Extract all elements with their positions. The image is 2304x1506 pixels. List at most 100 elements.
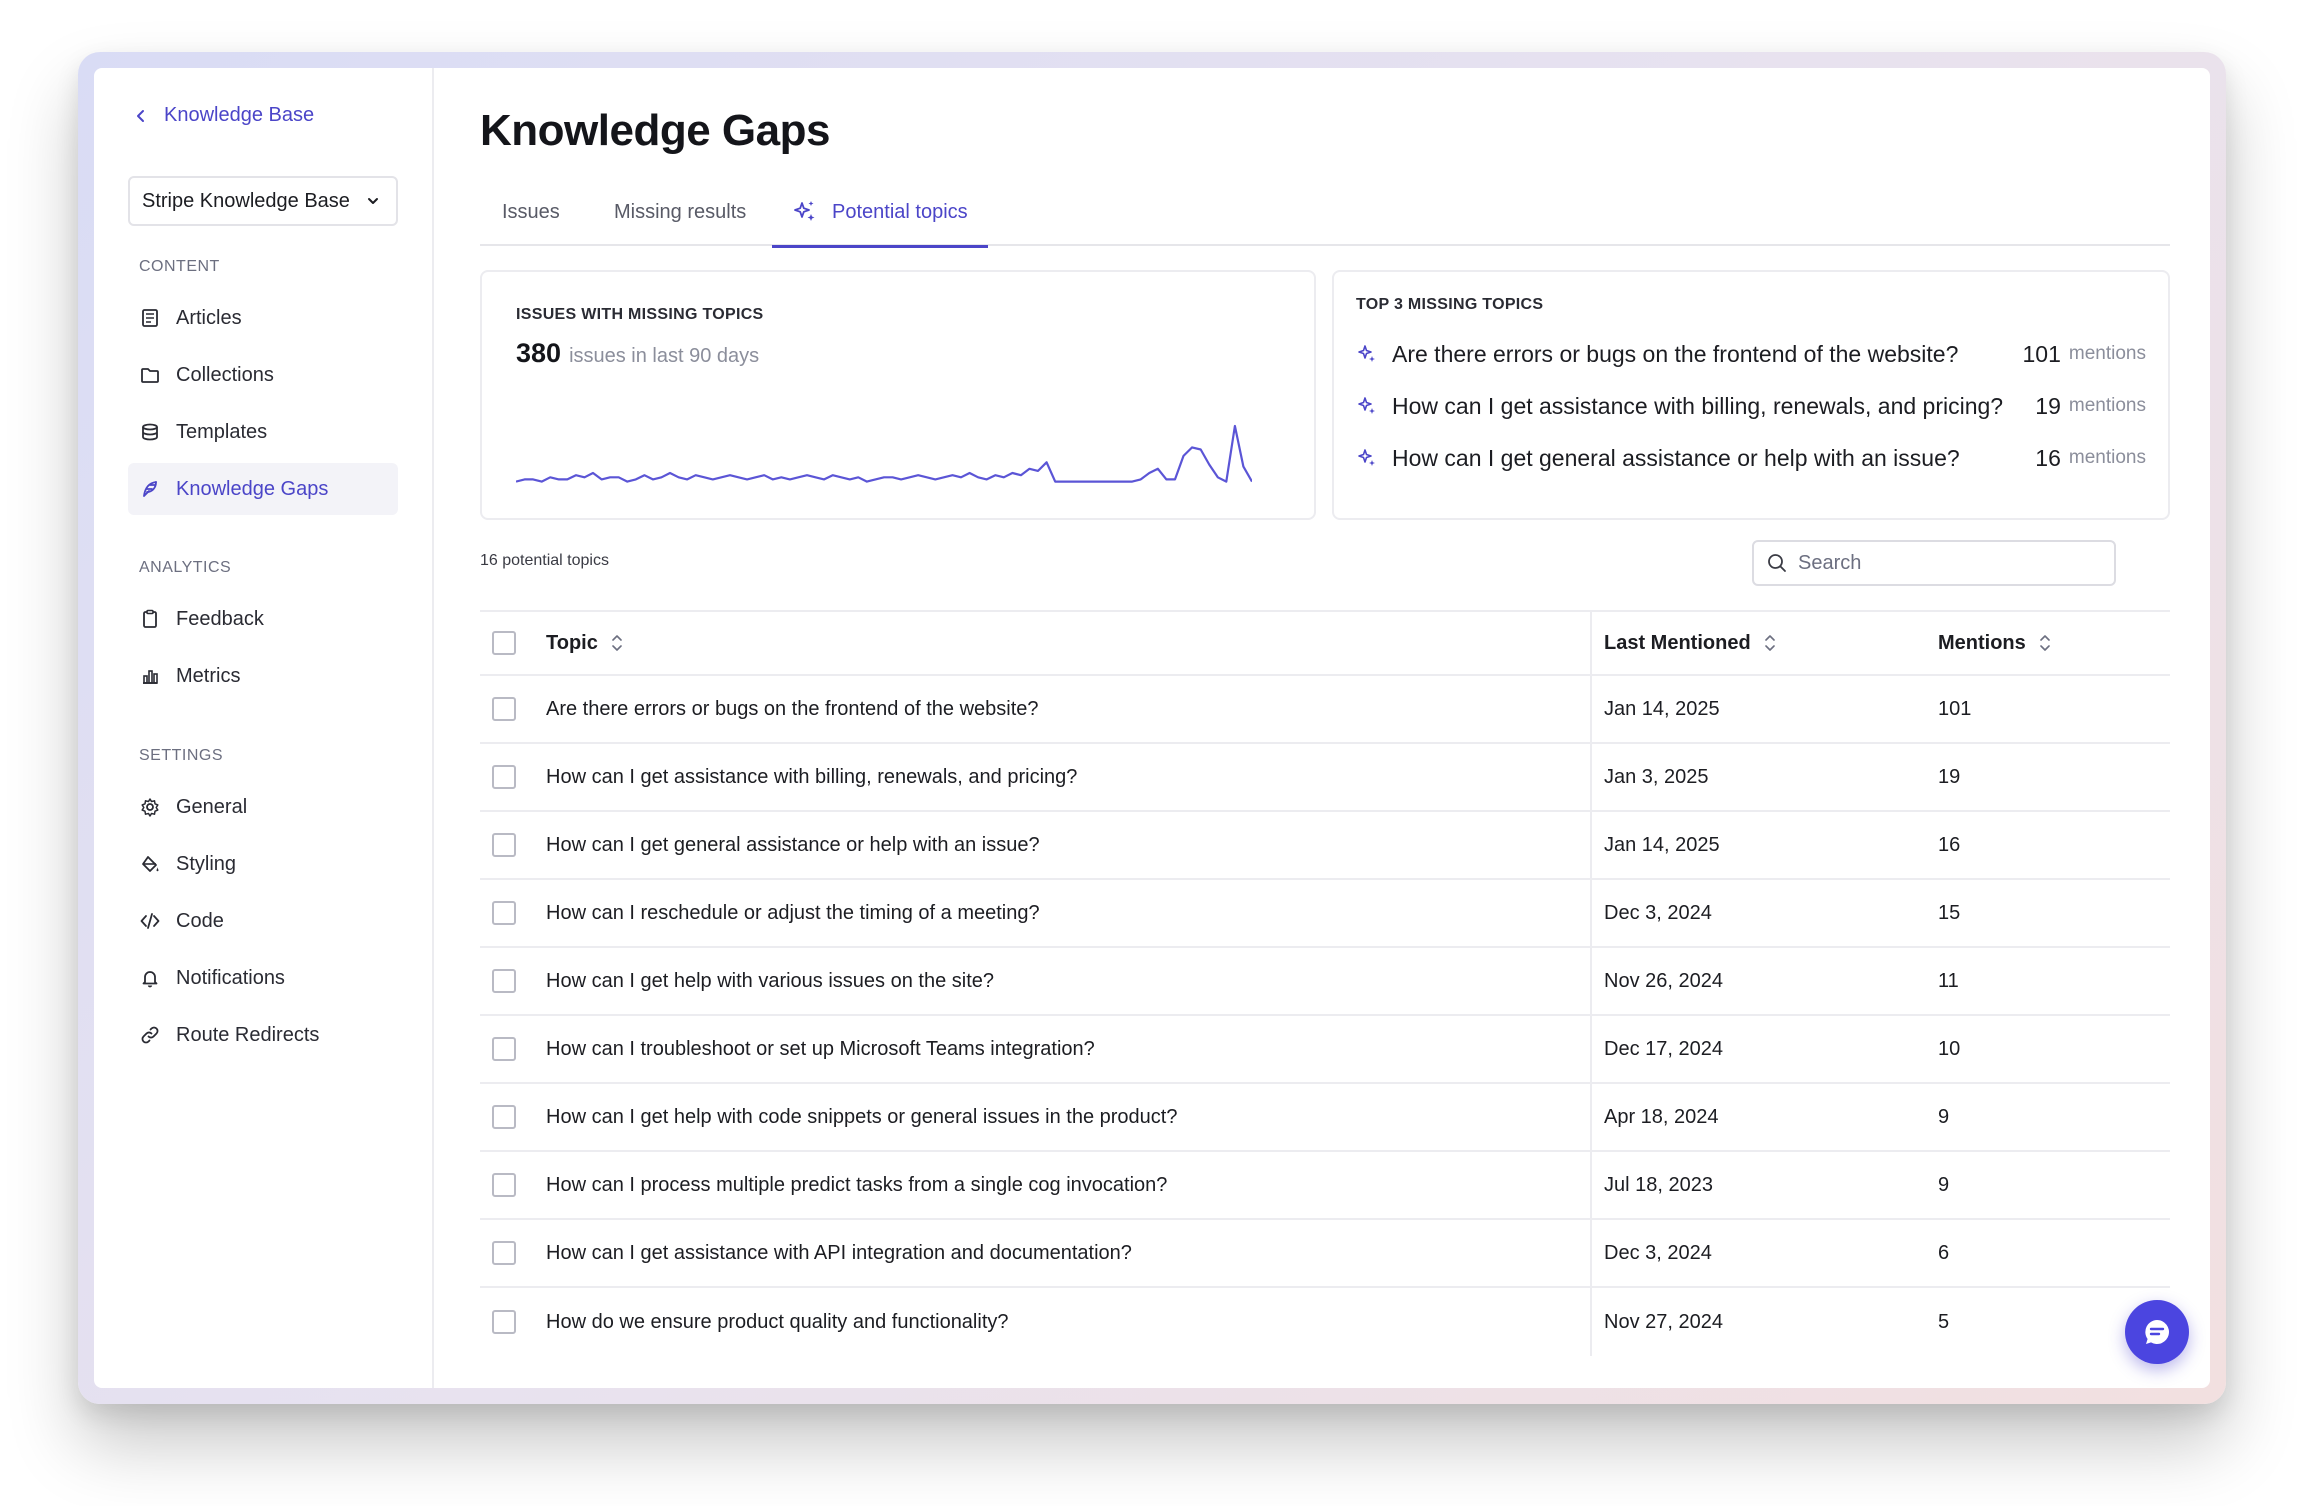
sidebar-item-notifications[interactable]: Notifications: [128, 952, 398, 1004]
sidebar-item-knowledge-gaps[interactable]: Knowledge Gaps: [128, 463, 398, 515]
page-title: Knowledge Gaps: [480, 106, 830, 155]
row-checkbox[interactable]: [492, 1241, 516, 1265]
top-missing-topics-card: TOP 3 MISSING TOPICS Are there errors or…: [1332, 270, 2170, 520]
row-checkbox[interactable]: [492, 901, 516, 925]
gear-icon: [141, 798, 159, 817]
tab-missing-results[interactable]: Missing results: [614, 178, 746, 246]
sort-icon[interactable]: [610, 632, 624, 654]
potential-topics-count: 16 potential topics: [480, 552, 609, 569]
row-checkbox[interactable]: [492, 1310, 516, 1334]
cell-mentions: 5: [1938, 1310, 1950, 1333]
search-input[interactable]: [1798, 551, 2098, 575]
main-content: Knowledge Gaps Issues Missing results Po…: [434, 68, 2210, 1388]
section-label-content: CONTENT: [139, 258, 220, 275]
cell-mentions: 9: [1938, 1105, 1950, 1128]
sidebar-item-styling[interactable]: Styling: [128, 838, 398, 890]
table-row[interactable]: How can I get general assistance or help…: [480, 812, 2170, 880]
top-topic-item[interactable]: How can I get general assistance or help…: [1356, 432, 2146, 484]
header-topic[interactable]: Topic: [546, 632, 624, 655]
sidebar-item-code[interactable]: Code: [128, 895, 398, 947]
sort-icon[interactable]: [2038, 632, 2052, 654]
sparkle-icon: [1358, 397, 1375, 414]
row-checkbox[interactable]: [492, 765, 516, 789]
cell-mentions: 19: [1938, 765, 1961, 788]
header-last-label: Last Mentioned: [1604, 631, 1751, 654]
search-icon: [1768, 554, 1786, 572]
sidebar: Knowledge Base Stripe Knowledge Base CON…: [94, 68, 434, 1388]
sort-icon[interactable]: [1763, 632, 1777, 654]
tab-issues[interactable]: Issues: [502, 178, 560, 246]
clipboard-icon: [143, 609, 157, 628]
top-topic-count: 19: [2035, 392, 2061, 419]
back-link-label: Knowledge Base: [164, 104, 315, 126]
table-row[interactable]: How can I process multiple predict tasks…: [480, 1152, 2170, 1220]
sidebar-item-feedback[interactable]: Feedback: [128, 593, 398, 645]
top-topic-item[interactable]: How can I get assistance with billing, r…: [1356, 380, 2146, 432]
row-checkbox[interactable]: [492, 1173, 516, 1197]
cell-topic: How can I process multiple predict tasks…: [546, 1173, 1168, 1196]
cell-last-mentioned: Dec 3, 2024: [1604, 901, 1712, 924]
sidebar-item-templates[interactable]: Templates: [128, 406, 398, 458]
row-checkbox[interactable]: [492, 969, 516, 993]
sidebar-item-general[interactable]: General: [128, 781, 398, 833]
table-row[interactable]: How can I get help with code snippets or…: [480, 1084, 2170, 1152]
feather-icon: [143, 481, 157, 497]
top-topic-text: How can I get general assistance or help…: [1392, 444, 1960, 471]
top-topic-item[interactable]: Are there errors or bugs on the frontend…: [1356, 328, 2146, 380]
top-topic-unit: mentions: [2068, 395, 2146, 416]
sidebar-item-label: Metrics: [176, 664, 241, 687]
top-topic-unit: mentions: [2068, 447, 2146, 468]
sidebar-item-label: Feedback: [176, 607, 264, 630]
row-checkbox[interactable]: [492, 1037, 516, 1061]
sidebar-item-metrics[interactable]: Metrics: [128, 650, 398, 702]
top-topic-text: Are there errors or bugs on the frontend…: [1392, 340, 1959, 367]
table-row[interactable]: How do we ensure product quality and fun…: [480, 1288, 2170, 1356]
cell-mentions: 11: [1938, 969, 1959, 992]
select-all-checkbox[interactable]: [492, 631, 516, 655]
cell-last-mentioned: Jan 14, 2025: [1604, 833, 1720, 856]
table-row[interactable]: How can I get help with various issues o…: [480, 948, 2170, 1016]
chat-support-button[interactable]: [2125, 1300, 2189, 1364]
tab-potential-topics[interactable]: Potential topics: [772, 178, 988, 248]
search-box[interactable]: [1752, 540, 2116, 586]
link-icon: [141, 1026, 159, 1044]
table-row[interactable]: How can I get assistance with billing, r…: [480, 744, 2170, 812]
top-topics-label: TOP 3 MISSING TOPICS: [1356, 296, 1544, 313]
back-to-knowledge-base-link[interactable]: Knowledge Base: [134, 104, 314, 127]
sidebar-item-label: Route Redirects: [176, 1023, 320, 1046]
issues-card: ISSUES WITH MISSING TOPICS 380 issues in…: [480, 270, 1316, 520]
top-topic-count: 16: [2035, 444, 2061, 471]
articles-icon: [142, 309, 158, 327]
cell-last-mentioned: Dec 17, 2024: [1604, 1037, 1723, 1060]
row-checkbox[interactable]: [492, 833, 516, 857]
cell-last-mentioned: Jan 14, 2025: [1604, 697, 1720, 720]
table-row[interactable]: How can I reschedule or adjust the timin…: [480, 880, 2170, 948]
cell-mentions: 9: [1938, 1173, 1950, 1196]
cell-last-mentioned: Jul 18, 2023: [1604, 1173, 1713, 1196]
sidebar-item-label: Code: [176, 909, 224, 932]
header-mentions[interactable]: Mentions: [1938, 632, 2052, 655]
sidebar-item-articles[interactable]: Articles: [128, 292, 398, 344]
app-window: Knowledge Base Stripe Knowledge Base CON…: [94, 68, 2210, 1388]
cell-topic: How can I get general assistance or help…: [546, 833, 1040, 856]
bell-icon: [142, 971, 158, 988]
cell-topic: How can I reschedule or adjust the timin…: [546, 901, 1040, 924]
header-topic-label: Topic: [546, 631, 598, 654]
row-checkbox[interactable]: [492, 1105, 516, 1129]
sidebar-item-collections[interactable]: Collections: [128, 349, 398, 401]
table-row[interactable]: How can I get assistance with API integr…: [480, 1220, 2170, 1288]
knowledge-base-select[interactable]: Stripe Knowledge Base: [128, 176, 398, 226]
table-header-row: Topic Last Mentioned Mentions: [480, 612, 2170, 676]
tab-label: Missing results: [614, 200, 747, 223]
table-row[interactable]: How can I troubleshoot or set up Microso…: [480, 1016, 2170, 1084]
row-checkbox[interactable]: [492, 697, 516, 721]
chevron-down-icon: [368, 198, 378, 204]
sidebar-item-label: Articles: [176, 306, 242, 329]
cell-topic: How can I get assistance with API integr…: [546, 1241, 1132, 1264]
sidebar-item-route-redirects[interactable]: Route Redirects: [128, 1009, 398, 1061]
bar-chart-icon: [143, 670, 158, 684]
chevron-left-icon: [137, 109, 144, 122]
header-last-mentioned[interactable]: Last Mentioned: [1604, 632, 1777, 655]
table-row[interactable]: Are there errors or bugs on the frontend…: [480, 676, 2170, 744]
cell-last-mentioned: Jan 3, 2025: [1604, 765, 1709, 788]
